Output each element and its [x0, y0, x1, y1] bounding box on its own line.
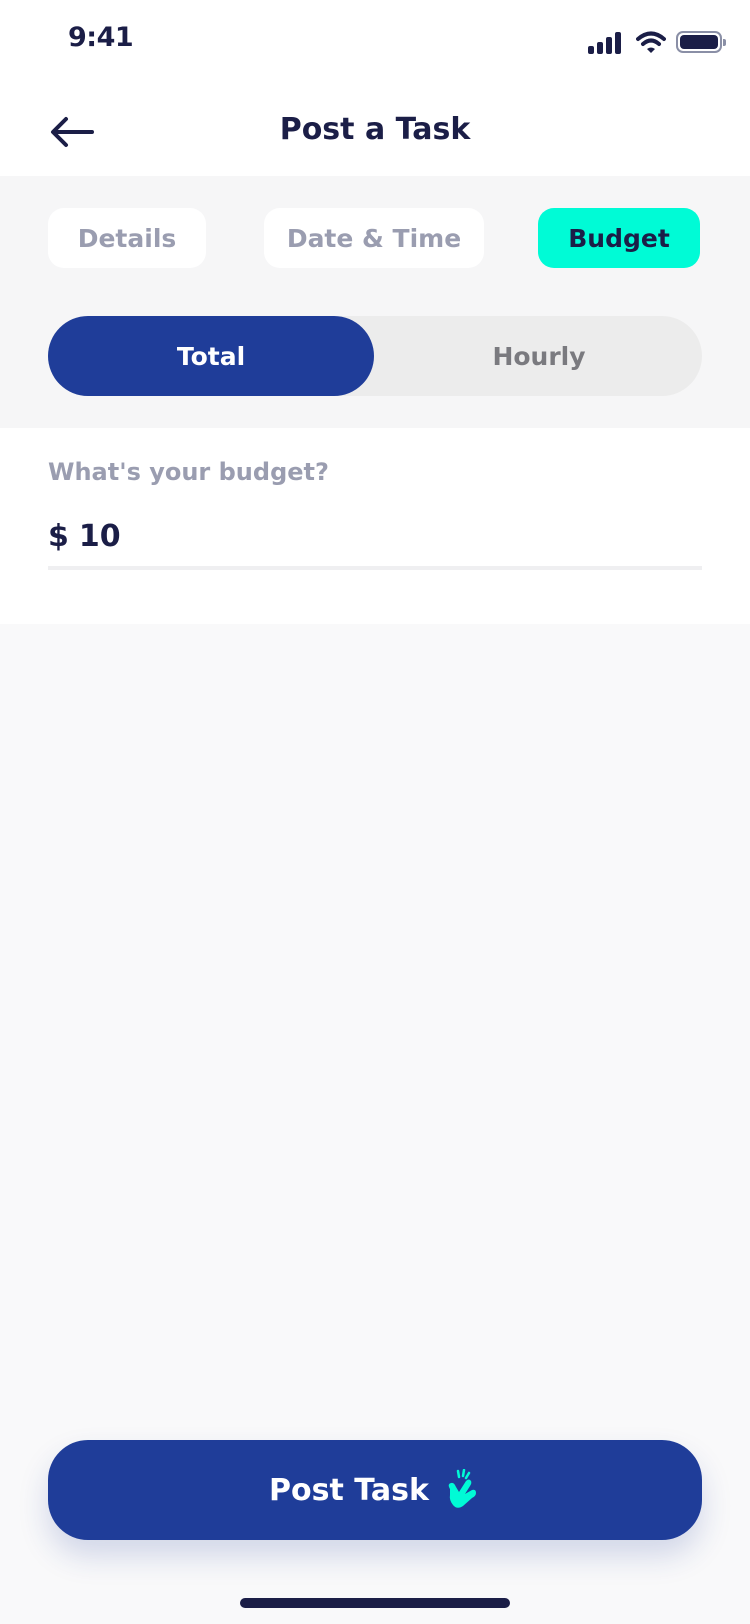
tab-date-time[interactable]: Date & Time: [264, 208, 484, 268]
segment-total[interactable]: Total: [48, 316, 374, 396]
post-task-button[interactable]: Post Task: [48, 1440, 702, 1540]
status-time: 9:41: [68, 22, 134, 53]
nav-bar: Post a Task: [0, 88, 750, 176]
segment-hourly[interactable]: Hourly: [376, 316, 702, 396]
currency-symbol: $: [48, 518, 69, 554]
page-title: Post a Task: [279, 112, 471, 147]
post-task-label: Post Task: [269, 1472, 429, 1508]
wifi-icon: [636, 31, 666, 53]
tab-budget[interactable]: Budget: [538, 208, 700, 268]
signal-icon: [588, 30, 624, 54]
budget-field: $: [48, 506, 702, 570]
status-bar: 9:41: [0, 0, 750, 88]
tab-details[interactable]: Details: [48, 208, 206, 268]
budget-section: What's your budget? $: [0, 428, 750, 624]
battery-icon: [676, 31, 726, 53]
home-indicator: [240, 1598, 510, 1608]
budget-input[interactable]: [78, 518, 579, 554]
budget-type-segment: Total Hourly: [48, 316, 702, 396]
budget-label: What's your budget?: [48, 458, 329, 486]
steps-section: Details Date & Time Budget Total Hourly: [0, 176, 750, 428]
status-icons: [588, 30, 726, 54]
snap-hand-icon: [448, 1469, 476, 1508]
